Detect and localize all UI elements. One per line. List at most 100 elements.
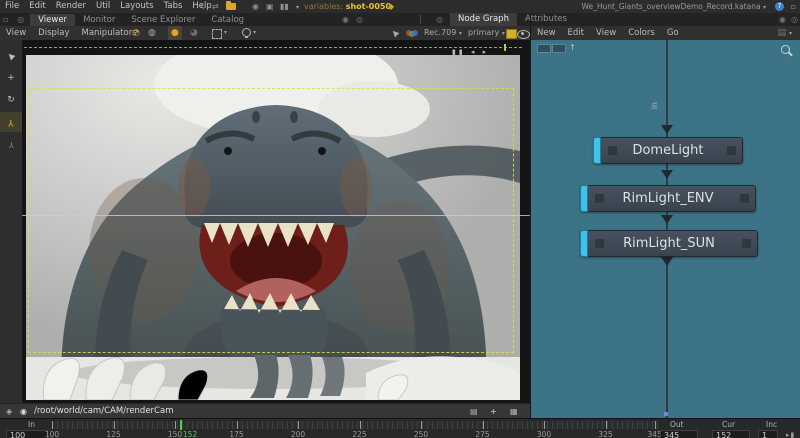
help-icon[interactable]: ? bbox=[775, 2, 784, 11]
globe-icon[interactable]: ◍ bbox=[148, 26, 156, 40]
playback-transport-icons[interactable]: ▸▮ bbox=[786, 431, 795, 438]
rotate-tool[interactable]: ↻ bbox=[0, 90, 22, 110]
viewer-menubar: ViewDisplayManipulators ◔ ◍ ● ◕ ▾ ▾ ▶ Re… bbox=[0, 26, 530, 41]
node-port-right[interactable] bbox=[740, 194, 749, 203]
camera-icon[interactable]: ◉ bbox=[20, 404, 27, 419]
ng-menu-colors[interactable]: Colors bbox=[622, 26, 661, 40]
light-select-icon[interactable] bbox=[242, 28, 251, 37]
inc-field[interactable]: 1 bbox=[758, 430, 778, 438]
grid-icon[interactable]: ▦ bbox=[510, 404, 518, 419]
nodegraph-canvas[interactable]: in DomeLightRimLight_ENVRimLight_SUN ↑ bbox=[531, 40, 800, 418]
menu-tabs[interactable]: Tabs bbox=[159, 0, 188, 13]
ng-search-icon[interactable] bbox=[781, 45, 790, 54]
light-caret-icon[interactable]: ▾ bbox=[253, 26, 256, 40]
camera-path[interactable]: /root/world/cam/CAM/renderCam bbox=[34, 404, 173, 419]
menu-edit[interactable]: Edit bbox=[24, 0, 50, 13]
filename-text: We_Hunt_Giants_overviewDemo_Record.katan… bbox=[582, 2, 761, 11]
in-field[interactable]: 100 bbox=[6, 430, 48, 438]
menu-render[interactable]: Render bbox=[51, 0, 91, 13]
variables-value: shot-0050 bbox=[346, 2, 391, 11]
pointer-icon[interactable]: ▶ bbox=[388, 26, 402, 40]
panel-square-icon[interactable]: ▫ bbox=[0, 15, 11, 24]
swap-icon[interactable]: ⇄ bbox=[212, 0, 219, 13]
ruler-tick bbox=[544, 421, 545, 429]
lookthrough-icon[interactable]: ◈ bbox=[6, 404, 12, 419]
menu-file[interactable]: File bbox=[0, 0, 24, 13]
node-port-right[interactable] bbox=[742, 239, 751, 248]
sync-icon[interactable]: ↻ bbox=[200, 0, 207, 13]
viewer-pane-menu-icon[interactable]: ◎ bbox=[356, 13, 363, 26]
marquee-select-icon[interactable] bbox=[212, 29, 222, 39]
render-dot-icon[interactable]: ◉ bbox=[252, 0, 259, 13]
live-render-icon[interactable]: ● bbox=[168, 26, 182, 40]
cur-label: Cur bbox=[722, 420, 735, 429]
node-port-right[interactable] bbox=[727, 146, 736, 155]
tab-attributes[interactable]: Attributes bbox=[517, 13, 575, 26]
background-swatch[interactable] bbox=[506, 29, 517, 39]
center-guide-line bbox=[22, 215, 530, 216]
menu-layouts[interactable]: Layouts bbox=[115, 0, 158, 13]
select-tool[interactable]: ▶ bbox=[0, 46, 22, 66]
viewer-pane-pin-icon[interactable]: ◉ bbox=[342, 13, 349, 26]
viewer-menu-view[interactable]: View bbox=[0, 26, 32, 40]
colorspace-dropdown[interactable]: Rec.709 ▾ bbox=[424, 26, 462, 41]
ng-pane-pin-icon[interactable]: ◉ bbox=[779, 13, 786, 26]
variables-indicator[interactable]: variables: shot-0050 bbox=[304, 0, 391, 13]
timeline-guide-line bbox=[24, 47, 522, 48]
rgb-channels-icon[interactable] bbox=[406, 30, 418, 37]
window-options-icon[interactable]: ▫ bbox=[791, 0, 796, 13]
persp-cam-icon[interactable]: ◔ bbox=[132, 26, 140, 40]
ng-bookmark-widget[interactable] bbox=[552, 44, 566, 53]
ng-up-level-icon[interactable]: ↑ bbox=[569, 43, 576, 52]
visibility-eye-icon[interactable] bbox=[517, 30, 530, 39]
viewport-playback-controls[interactable]: ▮▮ ◂ ▸ bbox=[452, 48, 489, 56]
translate-tool[interactable]: + bbox=[0, 68, 22, 88]
channel-dropdown[interactable]: primary ▾ bbox=[468, 26, 505, 41]
ruler-tick-label: 150 bbox=[168, 430, 182, 438]
ng-menu-view[interactable]: View bbox=[590, 26, 622, 40]
node-rimlight_sun[interactable]: RimLight_SUN bbox=[580, 230, 758, 257]
current-frame-marker[interactable] bbox=[180, 420, 182, 430]
in-label: In bbox=[28, 420, 35, 429]
timeline-ruler[interactable] bbox=[52, 421, 658, 429]
ng-view-options-icon[interactable]: ▤ ▾ bbox=[778, 26, 792, 41]
folder-icon[interactable] bbox=[226, 3, 236, 10]
ng-pane-menu-icon[interactable]: ◎ bbox=[791, 13, 798, 26]
cube-icon[interactable]: ▣ bbox=[266, 0, 274, 13]
nodegraph-pane-icon[interactable]: ◎ bbox=[436, 13, 443, 26]
ruler-tick bbox=[114, 421, 115, 429]
ng-menu-new[interactable]: New bbox=[531, 26, 562, 40]
film-gate-icon[interactable]: ▤ bbox=[470, 404, 478, 419]
ruler-tick-label: 100 bbox=[45, 430, 59, 438]
viewer-menu-display[interactable]: Display bbox=[32, 26, 75, 40]
menubar-items: FileEditRenderUtilLayoutsTabsHelp bbox=[0, 1, 217, 11]
out-field[interactable]: 345 bbox=[660, 430, 698, 438]
ruler-tick bbox=[606, 421, 607, 429]
cur-field[interactable]: 152 bbox=[712, 430, 750, 438]
ng-menu-edit[interactable]: Edit bbox=[562, 26, 590, 40]
transform-tool-active[interactable]: Y bbox=[0, 112, 22, 132]
marquee-caret-icon[interactable]: ▾ bbox=[224, 26, 227, 40]
tab-node-graph[interactable]: Node Graph bbox=[450, 13, 517, 26]
wire-endpoint-dot bbox=[664, 412, 668, 416]
node-domelight[interactable]: DomeLight bbox=[593, 137, 743, 164]
node-rimlight_env[interactable]: RimLight_ENV bbox=[580, 185, 756, 212]
ng-bookmark-widget[interactable] bbox=[537, 44, 551, 53]
scale-tool[interactable]: Y bbox=[0, 134, 22, 154]
wire-arrow-icon bbox=[661, 125, 673, 134]
current-frame-label: 152 bbox=[182, 430, 198, 438]
ng-menu-go[interactable]: Go bbox=[661, 26, 685, 40]
snapshot-icon[interactable]: ◕ bbox=[190, 26, 198, 40]
menu-util[interactable]: Util bbox=[91, 0, 115, 13]
ruler-tick-label: 200 bbox=[291, 430, 305, 438]
ruler-tick bbox=[298, 421, 299, 429]
project-filename[interactable]: We_Hunt_Giants_overviewDemo_Record.katan… bbox=[582, 0, 766, 14]
panel-gear-icon[interactable]: ◎ bbox=[14, 15, 27, 24]
ruler-tick bbox=[421, 421, 422, 429]
wire-arrow-icon bbox=[661, 170, 673, 179]
pause-icon[interactable]: ▮▮ bbox=[280, 0, 289, 13]
viewer-viewport[interactable]: ▮▮ ◂ ▸ bbox=[22, 40, 530, 403]
bookmark-icon[interactable]: ◆ bbox=[388, 0, 394, 13]
ruler-tick-label: 125 bbox=[106, 430, 120, 438]
pan-icon[interactable]: + bbox=[490, 404, 497, 419]
